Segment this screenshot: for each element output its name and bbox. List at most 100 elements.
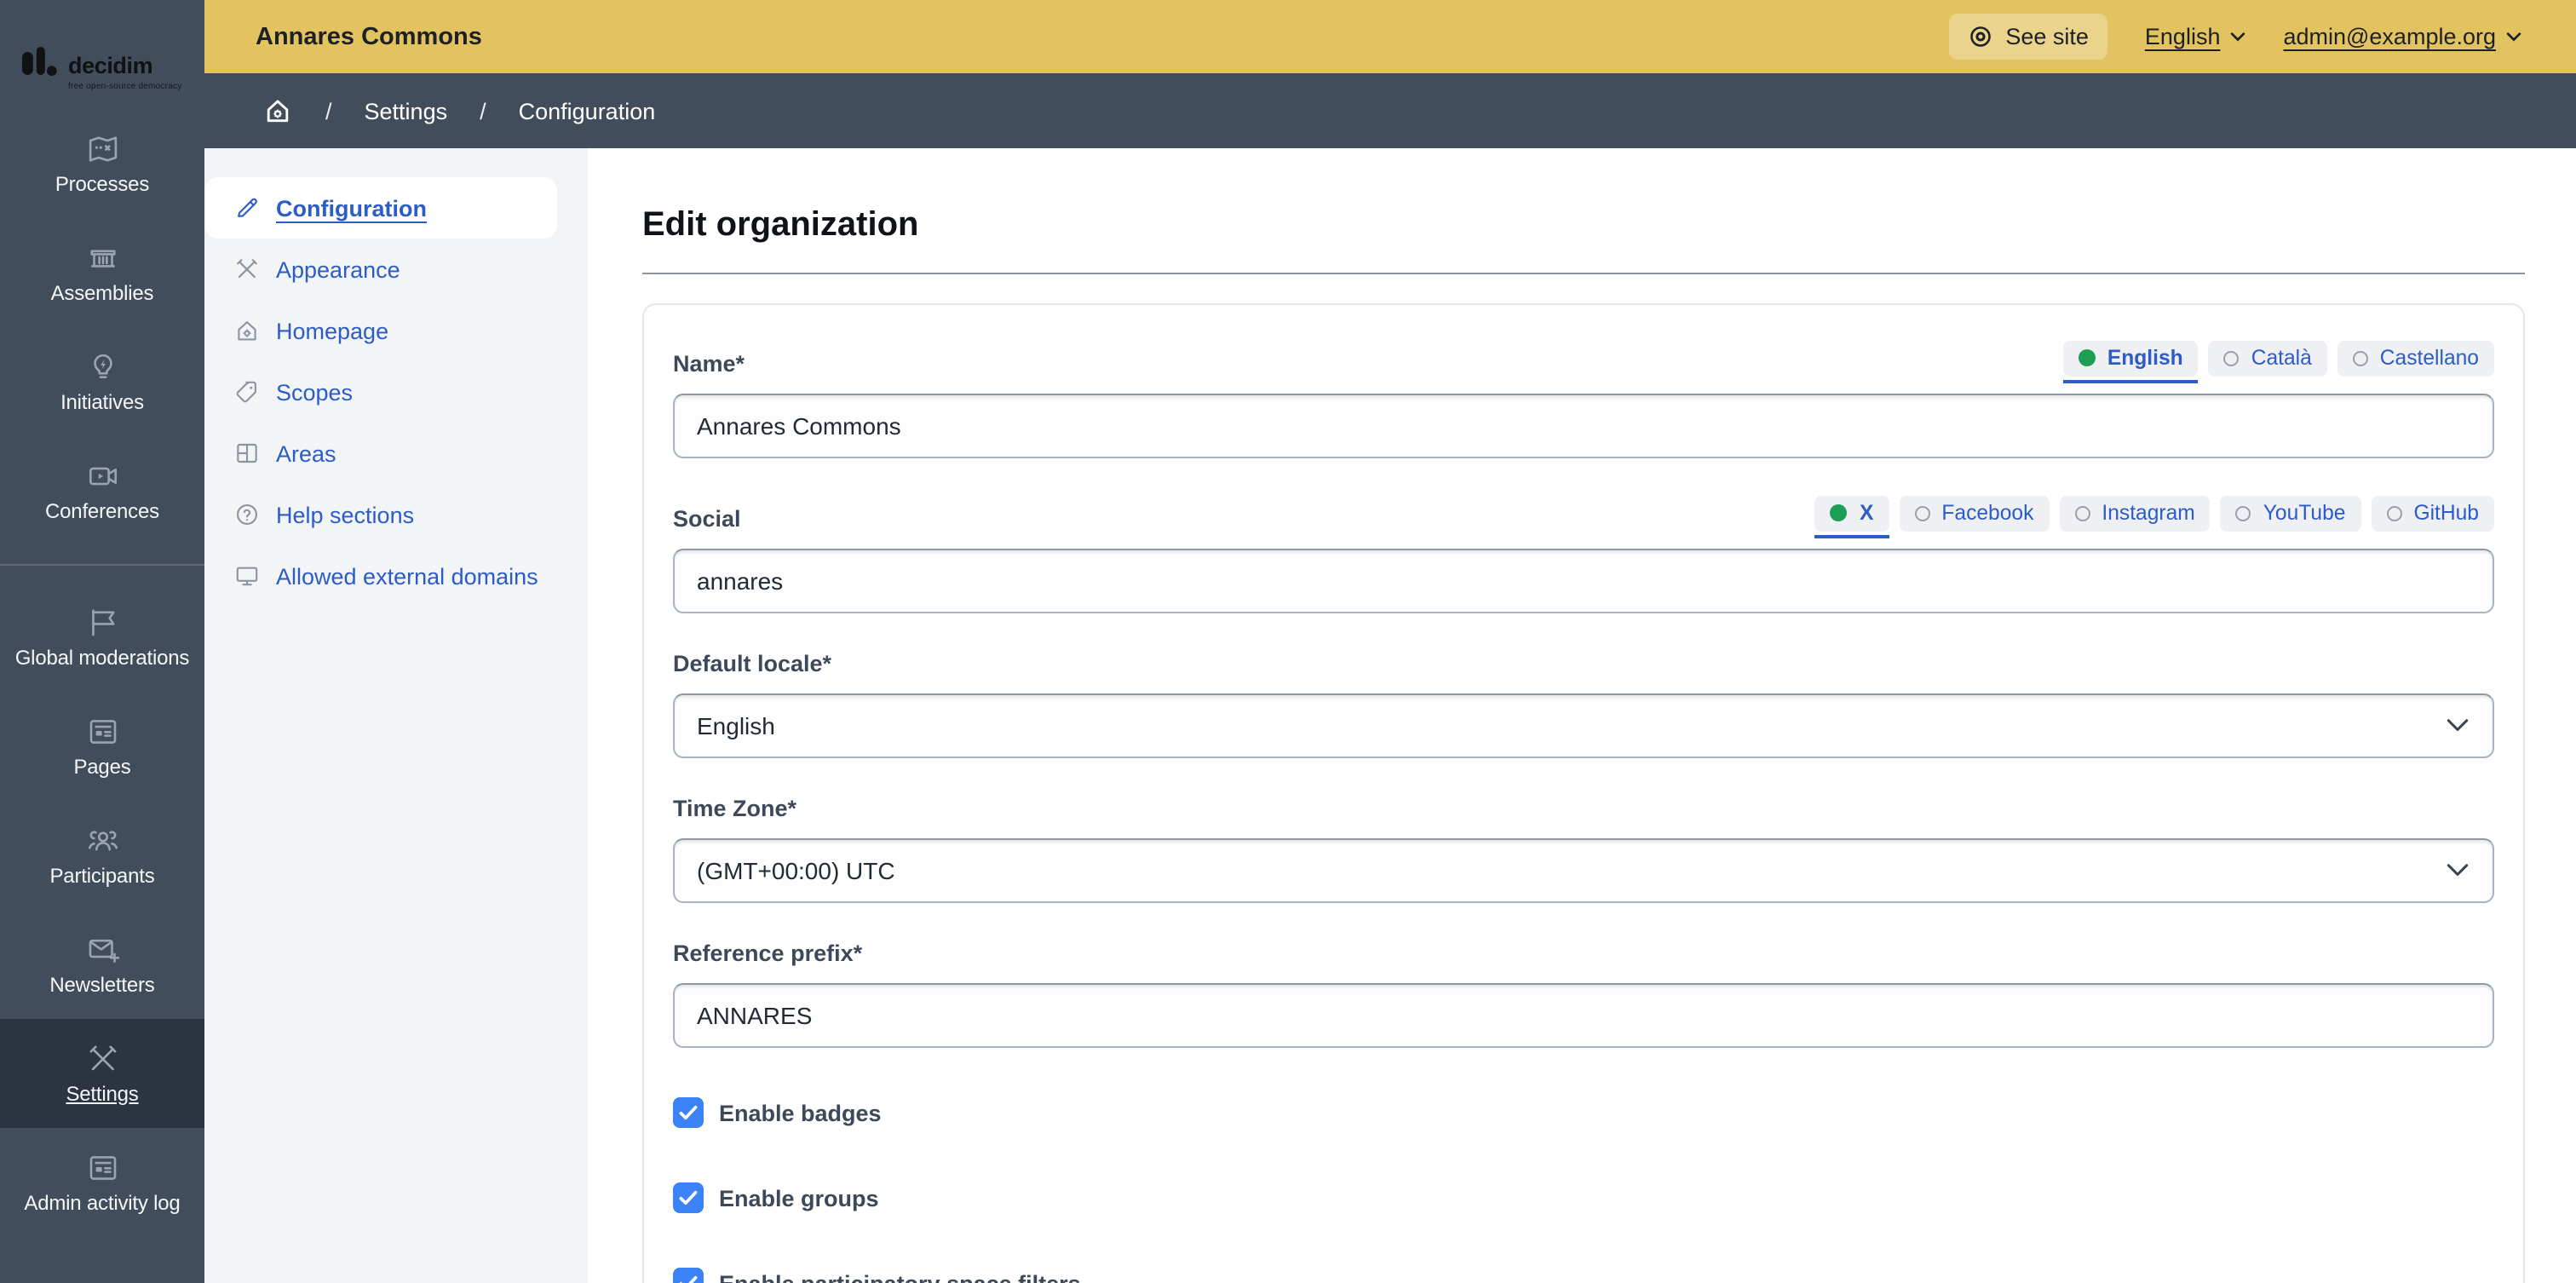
reference-prefix-label: Reference prefix* <box>673 941 863 966</box>
sidebar-item-label: Participants <box>49 863 155 887</box>
sidebar-item-participants[interactable]: Participants <box>0 800 204 909</box>
social-tab-label: X <box>1859 501 1874 525</box>
sidebar-item-label: Settings <box>66 1081 139 1105</box>
nav-item-homepage[interactable]: Homepage <box>204 300 588 361</box>
sidebar-item-conferences[interactable]: Conferences <box>0 435 204 544</box>
social-tab-label: GitHub <box>2413 501 2479 525</box>
enable-badges-checkbox[interactable] <box>673 1097 704 1128</box>
language-tab-label: Castellano <box>2379 346 2479 370</box>
see-site-label: See site <box>2005 24 2089 49</box>
sidebar-item-initiatives[interactable]: Initiatives <box>0 326 204 435</box>
checkbox-label: Enable participatory space filters <box>719 1270 1081 1283</box>
language-tab-castellano[interactable]: Castellano <box>2337 341 2494 377</box>
sidebar-item-admin-activity-log[interactable]: Admin activity log <box>0 1127 204 1236</box>
edit-organization-form: Name* English Català Castellano Annares … <box>642 303 2525 1283</box>
sidebar-item-pages[interactable]: Pages <box>0 691 204 800</box>
time-zone-label: Time Zone* <box>673 796 797 821</box>
monitor-icon <box>236 567 258 586</box>
sidebar-item-label: Admin activity log <box>24 1190 181 1214</box>
social-tab-label: Facebook <box>1941 501 2034 525</box>
radio-selected-icon <box>1830 504 1848 521</box>
video-icon <box>88 466 117 485</box>
page-title: Edit organization <box>642 206 919 244</box>
default-locale-value: English <box>697 712 775 739</box>
grid-icon <box>237 443 257 463</box>
sidebar-item-global-moderations[interactable]: Global moderations <box>0 582 204 691</box>
chevron-down-icon <box>2447 864 2469 876</box>
sidebar-item-label: Newsletters <box>49 972 155 996</box>
sidebar-item-processes[interactable]: Processes <box>0 108 204 217</box>
content-area: Configuration Appearance Homepage Scopes… <box>204 148 2576 1283</box>
chevron-down-icon <box>2447 719 2469 731</box>
enable-participatory-space-filters-checkbox[interactable] <box>673 1268 704 1283</box>
sidebar-item-label: Assemblies <box>50 280 154 304</box>
checkbox-row-enable-badges: Enable badges <box>673 1097 2494 1128</box>
language-tab-english[interactable]: English <box>2062 341 2199 383</box>
social-tab-youtube[interactable]: YouTube <box>2220 496 2361 532</box>
sidebar-item-label: Conferences <box>45 498 159 522</box>
decidim-logo[interactable]: decidim free open-source democracy <box>0 0 204 91</box>
field-reference-prefix: Reference prefix* <box>673 941 2494 1048</box>
field-name: Name* English Català Castellano Annares … <box>673 341 2494 458</box>
radio-selected-icon <box>2078 349 2096 366</box>
mail-add-icon <box>88 938 119 962</box>
breadcrumb-item-configuration[interactable]: Configuration <box>519 98 656 124</box>
language-menu-label: English <box>2144 24 2221 49</box>
nav-item-label: Configuration <box>276 195 427 221</box>
breadcrumb: / Settings / Configuration <box>204 73 2576 148</box>
time-zone-select[interactable]: (GMT+00:00) UTC <box>673 838 2494 903</box>
nav-item-label: Allowed external domains <box>276 563 538 589</box>
radio-icon <box>2235 505 2251 521</box>
language-tab-catala[interactable]: Català <box>2208 341 2327 377</box>
organization-name: Annares Commons <box>256 23 482 50</box>
check-icon <box>679 1275 698 1283</box>
nav-item-label: Areas <box>276 440 336 466</box>
language-menu[interactable]: English <box>2145 24 2246 49</box>
default-locale-label: Default locale* <box>673 651 832 676</box>
breadcrumb-item-settings[interactable]: Settings <box>365 98 448 124</box>
tools-icon <box>89 1044 116 1070</box>
sidebar-item-assemblies[interactable]: Assemblies <box>0 217 204 326</box>
account-menu-label: admin@example.org <box>2283 24 2496 49</box>
checkbox-row-enable-groups: Enable groups <box>673 1182 2494 1213</box>
nav-item-allowed-external-domains[interactable]: Allowed external domains <box>204 545 588 607</box>
language-tab-label: Català <box>2251 346 2312 370</box>
social-network-tabs: X Facebook Instagram YouTube GitHub <box>1814 496 2494 538</box>
field-default-locale: Default locale* English <box>673 651 2494 758</box>
reference-prefix-input[interactable] <box>673 983 2494 1048</box>
nav-item-label: Help sections <box>276 502 415 527</box>
tools-icon <box>237 259 257 279</box>
question-icon <box>237 504 257 525</box>
radio-icon <box>2352 350 2368 365</box>
account-menu[interactable]: admin@example.org <box>2283 24 2521 49</box>
field-social: Social X Facebook Instagram YouTube GitH… <box>673 496 2494 613</box>
sidebar-group-spaces: Processes Assemblies Initiatives Confere… <box>0 108 204 544</box>
see-site-button[interactable]: See site <box>1949 14 2107 60</box>
pencil-icon <box>238 198 257 217</box>
enable-groups-checkbox[interactable] <box>673 1182 704 1213</box>
nav-item-areas[interactable]: Areas <box>204 423 588 484</box>
home-gear-icon[interactable] <box>262 95 293 126</box>
nav-item-configuration[interactable]: Configuration <box>204 177 557 239</box>
chevron-down-icon <box>2506 32 2521 41</box>
social-tab-facebook[interactable]: Facebook <box>1899 496 2050 532</box>
nav-item-appearance[interactable]: Appearance <box>204 239 588 300</box>
breadcrumb-separator: / <box>480 98 486 124</box>
social-tab-instagram[interactable]: Instagram <box>2059 496 2211 532</box>
radio-icon <box>1914 505 1930 521</box>
name-input[interactable] <box>673 394 2494 458</box>
nav-item-help-sections[interactable]: Help sections <box>204 484 588 545</box>
social-tab-x[interactable]: X <box>1814 496 1889 538</box>
social-label: Social <box>673 506 741 532</box>
checkbox-label: Enable badges <box>719 1100 882 1125</box>
logo-tagline: free open-source democracy <box>68 81 182 91</box>
admin-page: decidim free open-source democracy Proce… <box>0 0 2576 1283</box>
default-locale-select[interactable]: English <box>673 693 2494 758</box>
sidebar-item-settings[interactable]: Settings <box>0 1018 204 1127</box>
sidebar-item-newsletters[interactable]: Newsletters <box>0 909 204 1018</box>
social-tab-github[interactable]: GitHub <box>2371 496 2494 532</box>
top-bar: Annares Commons See site English admin@e… <box>204 0 2576 73</box>
home-gear-icon <box>238 321 256 341</box>
nav-item-scopes[interactable]: Scopes <box>204 361 588 423</box>
social-input[interactable] <box>673 549 2494 613</box>
